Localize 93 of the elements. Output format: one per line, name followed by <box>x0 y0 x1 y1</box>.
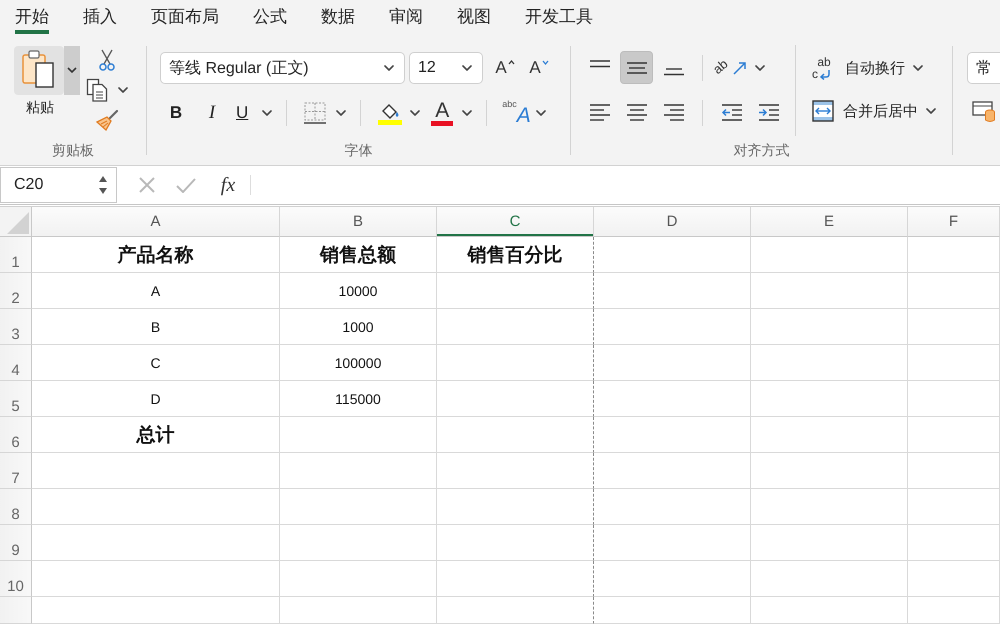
number-format-dropdown[interactable]: 常 <box>967 52 1000 84</box>
decrease-indent-icon <box>720 104 742 121</box>
row-header[interactable]: 3 <box>0 309 32 345</box>
copy-icon <box>86 78 108 102</box>
table-cell: C <box>32 345 280 381</box>
italic-button[interactable]: I <box>196 99 228 127</box>
column-header[interactable]: A <box>32 207 280 237</box>
caret-up-icon <box>508 60 515 65</box>
spinner-icon <box>98 175 108 195</box>
align-center-icon <box>626 104 648 121</box>
font-name-dropdown[interactable]: 等线 Regular (正文) <box>160 52 405 84</box>
row-header[interactable]: 8 <box>0 489 32 525</box>
row-header[interactable]: 10 <box>0 561 32 597</box>
font-color-button[interactable]: A <box>431 99 472 127</box>
row-header[interactable]: 4 <box>0 345 32 381</box>
row-header[interactable]: 5 <box>0 381 32 417</box>
wrap-text-button[interactable]: ab c 自动换行 <box>812 53 936 83</box>
column-header[interactable]: F <box>908 207 1000 237</box>
bold-button[interactable]: B <box>160 99 192 127</box>
row-header[interactable]: 7 <box>0 453 32 489</box>
merge-center-button[interactable]: 合并后居中 <box>812 96 936 126</box>
wrap-glyph: c <box>812 68 818 80</box>
table-cell: 销售百分比 <box>437 237 594 273</box>
table-cell: B <box>32 309 280 345</box>
triangle-icon <box>7 212 29 234</box>
ribbon-tab[interactable]: 公式 <box>253 0 287 34</box>
table-cell: 1000 <box>280 309 437 345</box>
brush-icon <box>95 109 119 131</box>
swatch-icon <box>431 121 454 126</box>
caret-icon <box>410 110 420 116</box>
underline-button[interactable]: U <box>228 99 272 127</box>
group-label: 剪贴板 <box>52 141 94 160</box>
caret-icon <box>384 65 394 71</box>
ribbon-tab[interactable]: 视图 <box>457 0 491 34</box>
caret-icon <box>462 65 472 71</box>
decrease-font-button[interactable]: A <box>527 56 551 80</box>
caret-icon <box>336 110 346 116</box>
ribbon-tab[interactable]: 插入 <box>83 0 117 34</box>
increase-font-button[interactable]: A <box>493 56 517 80</box>
ribbon-tab[interactable]: 开始 <box>15 0 49 34</box>
caret-icon <box>755 64 765 70</box>
ribbon-tab[interactable]: 页面布局 <box>151 0 219 34</box>
table-cell: D <box>32 381 280 417</box>
column-header[interactable]: D <box>594 207 751 237</box>
merge-cells-icon <box>812 100 834 122</box>
copy-button[interactable] <box>86 78 128 102</box>
insert-function-button[interactable]: fx <box>216 174 240 196</box>
align-top-icon <box>588 60 610 68</box>
font-size-dropdown[interactable]: 12 <box>409 52 483 84</box>
row-header[interactable]: 1 <box>0 237 32 273</box>
group-label: 对齐方式 <box>734 141 790 160</box>
caret-icon <box>262 110 272 116</box>
wrap-glyph: ab <box>816 56 832 68</box>
align-left-icon <box>588 104 610 121</box>
align-middle-icon <box>626 62 648 74</box>
arrow-icon <box>733 60 747 74</box>
increase-indent-icon <box>758 104 780 121</box>
column-header[interactable]: C <box>437 207 594 237</box>
table-cylinder-icon <box>972 99 996 123</box>
table-cell: 115000 <box>280 381 437 417</box>
clipboard-icon <box>14 46 64 95</box>
row-header[interactable]: 6 <box>0 417 32 453</box>
borders-icon <box>304 102 326 124</box>
return-arrow-icon <box>819 68 831 80</box>
row-header[interactable]: 2 <box>0 273 32 309</box>
paste-button[interactable]: 粘贴 <box>14 46 80 115</box>
align-right-icon <box>662 104 684 121</box>
table-cell: 总计 <box>32 417 280 453</box>
ribbon-tab[interactable]: 数据 <box>321 0 355 34</box>
vertical-align-button[interactable] <box>620 51 653 84</box>
caret-icon <box>926 108 936 114</box>
caret-down-icon <box>542 60 549 65</box>
table-cell: A <box>32 273 280 309</box>
scissors-icon <box>99 49 115 71</box>
ribbon-tab[interactable]: 开发工具 <box>525 0 593 34</box>
close-icon <box>139 177 155 193</box>
caret-icon <box>64 46 80 95</box>
column-header[interactable]: B <box>280 207 437 237</box>
name-box[interactable]: C20 <box>0 167 117 203</box>
table-cell: 产品名称 <box>32 237 280 273</box>
caret-icon <box>462 110 472 116</box>
caret-icon <box>118 87 128 93</box>
table-cell: 销售总额 <box>280 237 437 273</box>
align-bottom-icon <box>662 68 684 76</box>
caret-icon <box>913 65 923 71</box>
column-header[interactable]: E <box>751 207 908 237</box>
group-label: 字体 <box>344 141 372 160</box>
table-cell: 10000 <box>280 273 437 309</box>
row-header[interactable]: 9 <box>0 525 32 561</box>
check-icon <box>176 178 196 192</box>
ribbon-tab[interactable]: 审阅 <box>389 0 423 34</box>
table-cell: 100000 <box>280 345 437 381</box>
caret-icon <box>536 110 546 116</box>
